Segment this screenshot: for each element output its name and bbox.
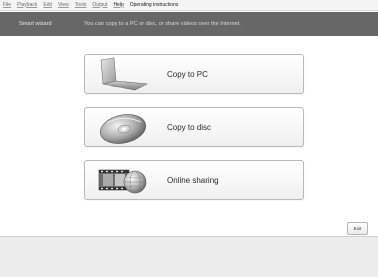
menu-playback[interactable]: Playback [17, 2, 37, 8]
wizard-description: You can copy to a PC or disc, or share v… [84, 21, 241, 27]
status-area [0, 236, 378, 277]
menu-view[interactable]: View [58, 2, 69, 8]
copy-to-pc-label: Copy to PC [167, 69, 208, 79]
menu-edit[interactable]: Edit [43, 2, 52, 8]
online-sharing-label: Online sharing [167, 175, 219, 185]
menu-operating-instructions[interactable]: Operating instructions [130, 2, 179, 8]
disc-icon [100, 114, 146, 144]
wizard-header: Smart wizard You can copy to a PC or dis… [0, 12, 378, 36]
menu-output[interactable]: Output [92, 2, 107, 8]
wizard-title: Smart wizard [19, 21, 52, 27]
menu-help[interactable]: Help [113, 2, 123, 8]
menu-bar: File Playback Edit View Tools Output Hel… [0, 0, 378, 11]
copy-to-disc-label: Copy to disc [167, 122, 212, 132]
online-sharing-button[interactable]: Online sharing [84, 160, 304, 200]
film-globe-icon [98, 169, 147, 194]
laptop-icon [100, 57, 149, 91]
menu-file[interactable]: File [3, 2, 11, 8]
menu-tools[interactable]: Tools [75, 2, 87, 8]
exit-button[interactable]: Exit [347, 222, 368, 235]
copy-to-disc-button[interactable]: Copy to disc [84, 107, 304, 147]
copy-to-pc-button[interactable]: Copy to PC [84, 54, 304, 94]
